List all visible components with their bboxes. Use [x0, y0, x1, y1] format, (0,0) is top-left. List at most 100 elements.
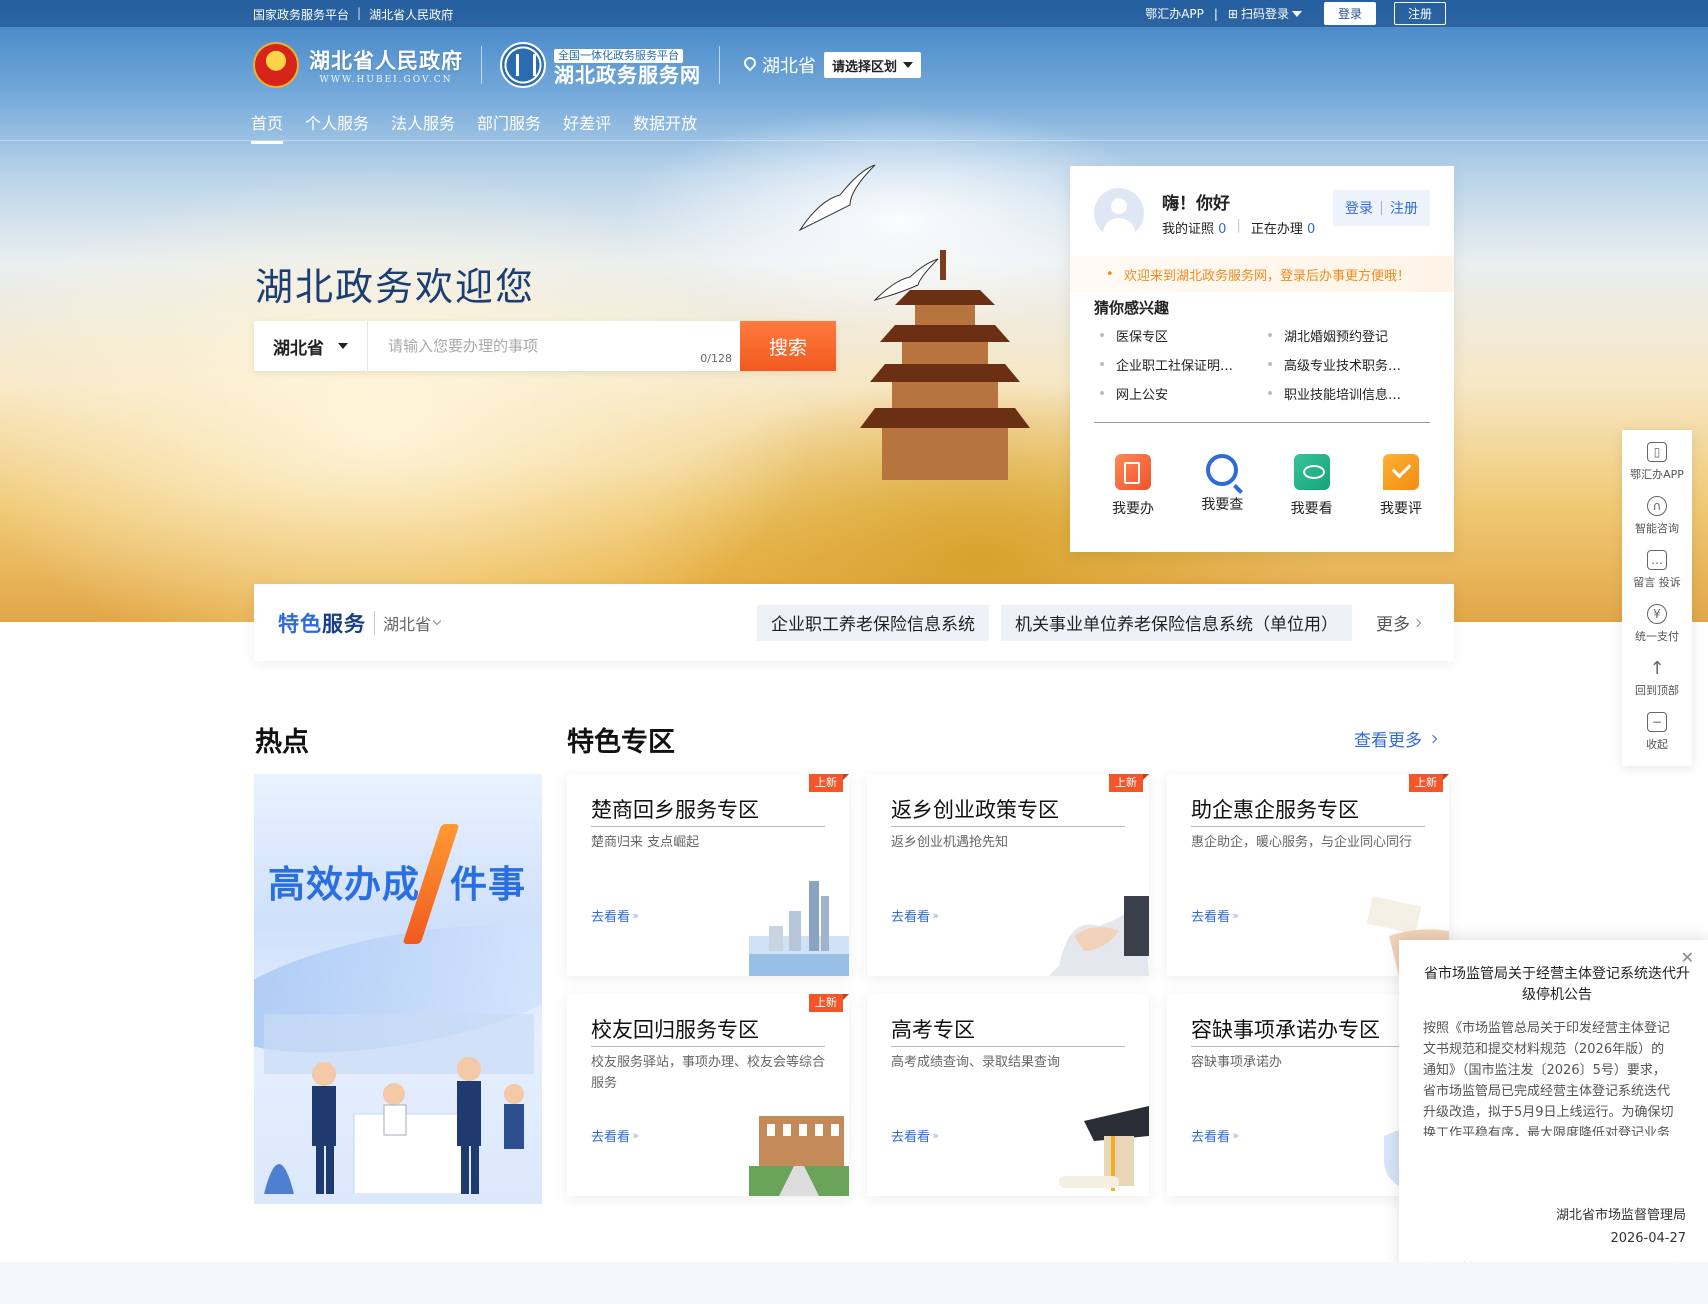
- announcement-popup: ✕ 省市场监管局关于经营主体登记系统迭代升级停机公告 按照《市场监管总局关于印发…: [1399, 940, 1708, 1298]
- zone-card-gaokao[interactable]: 高考专区 高考成绩查询、录取结果查询 去看看 ›››: [867, 994, 1149, 1196]
- guess-item[interactable]: 医保专区: [1094, 326, 1262, 345]
- city-skyline-illustration: [749, 881, 849, 976]
- zone-card-return-entrepreneurship[interactable]: 上新 返乡创业政策专区 返乡创业机遇抢先知 去看看 ›››: [867, 774, 1149, 976]
- quick-actions: 我要办 我要查 我要看 我要评: [1102, 454, 1432, 518]
- guess-item[interactable]: 湖北婚姻预约登记: [1262, 326, 1430, 345]
- featured-chip[interactable]: 企业职工养老保险信息系统: [757, 604, 989, 641]
- guess-item[interactable]: 职业技能培训信息…: [1262, 384, 1430, 403]
- handshake-illustration: [1049, 896, 1149, 976]
- float-unified-payment[interactable]: ¥ 统一支付: [1622, 604, 1692, 658]
- search-input-wrapper: 0/128: [368, 321, 740, 371]
- search-scope-dropdown[interactable]: 湖北省: [254, 321, 368, 371]
- double-chevron-icon: ›››: [932, 1129, 939, 1142]
- view-icon: [1293, 454, 1330, 490]
- featured-chip[interactable]: 机关事业单位养老保险信息系统（单位用）: [1001, 604, 1352, 641]
- double-chevron-icon: ›››: [932, 909, 939, 922]
- featured-title: 特色服务: [278, 611, 366, 636]
- zone-go-link[interactable]: 去看看 ›››: [1191, 906, 1239, 925]
- platform-logo-text[interactable]: 全国一体化政务服务平台 湖北政务服务网: [554, 44, 701, 87]
- chevron-down-icon: [432, 616, 442, 625]
- hot-banner[interactable]: 高效办成 件事: [254, 774, 542, 1204]
- announcement-org: 湖北省市场监督管理局: [1555, 1208, 1686, 1223]
- chevron-down-icon: [1292, 10, 1302, 17]
- announcement-title[interactable]: 省市场监管局关于经营主体登记系统迭代升级停机公告: [1423, 964, 1691, 1006]
- location-pin-icon: [744, 57, 756, 73]
- double-chevron-icon: ›››: [1232, 1129, 1239, 1142]
- top-register-button[interactable]: 注册: [1394, 2, 1446, 25]
- zone-go-link[interactable]: 去看看 ›››: [1191, 1126, 1239, 1145]
- float-back-to-top[interactable]: ↑ 回到顶部: [1622, 658, 1692, 712]
- zone-card-alumni[interactable]: 上新 校友回归服务专区 校友服务驿站，事项办理、校友会等综合服务 去看看 ›››: [567, 994, 849, 1196]
- campus-building-illustration: [749, 1116, 849, 1196]
- new-badge: 上新: [1409, 774, 1449, 792]
- nav-underline-divider: [0, 140, 1708, 141]
- search-button[interactable]: 搜索: [740, 321, 836, 371]
- link-national-platform[interactable]: 国家政务服务平台: [253, 6, 349, 23]
- main-nav: 首页 个人服务 法人服务 部门服务 好差评 数据开放: [251, 110, 697, 144]
- nav-open-data[interactable]: 数据开放: [633, 110, 697, 140]
- double-chevron-icon: ›››: [632, 1129, 639, 1142]
- float-collapse[interactable]: − 收起: [1622, 712, 1692, 766]
- zone-go-link[interactable]: 去看看 ›››: [591, 906, 639, 925]
- region-select-dropdown[interactable]: 请选择区划: [824, 52, 922, 78]
- double-chevron-icon: ›››: [1232, 909, 1239, 922]
- zone-go-link[interactable]: 去看看 ›››: [891, 1126, 939, 1145]
- nav-evaluation[interactable]: 好差评: [563, 110, 611, 140]
- to-top-icon: ↑: [1649, 657, 1665, 679]
- announcement-body: 按照《市场监管总局关于印发经营主体登记文书规范和提交材料规范（2026年版）的通…: [1423, 1021, 1674, 1136]
- hot-section-title: 热点: [255, 727, 309, 758]
- featured-more-link[interactable]: 更多: [1376, 610, 1422, 635]
- zone-go-link[interactable]: 去看看 ›››: [591, 1126, 639, 1145]
- apply-icon: [1115, 454, 1151, 490]
- guess-item[interactable]: 网上公安: [1094, 384, 1262, 403]
- hot-banner-slogan: 高效办成 件事: [268, 863, 526, 906]
- crane-bird-illustration-2: [873, 258, 939, 301]
- search-input[interactable]: [368, 321, 740, 371]
- guess-item[interactable]: 企业职工社保证明…: [1094, 355, 1262, 374]
- new-badge: 上新: [1109, 774, 1149, 792]
- top-login-button[interactable]: 登录: [1324, 2, 1376, 25]
- zone-go-link[interactable]: 去看看 ›››: [891, 906, 939, 925]
- action-apply[interactable]: 我要办: [1102, 454, 1164, 518]
- announcement-date: 2026-04-27: [1610, 1231, 1686, 1246]
- welcome-notice: 欢迎来到湖北政务服务网，登录后办事更方便哦！: [1070, 256, 1454, 292]
- zone-more-link[interactable]: 查看更多: [1354, 726, 1438, 751]
- processing-items[interactable]: 正在办理 0: [1251, 218, 1315, 237]
- link-hubei-gov[interactable]: 湖北省人民政府: [369, 6, 453, 23]
- site-header: 湖北省人民政府 WWW.HUBEI.GOV.CN 全国一体化政务服务平台 湖北政…: [253, 40, 922, 90]
- search-bar: 湖北省 0/128 搜索: [254, 321, 836, 371]
- gov-service-logo-icon[interactable]: [500, 42, 546, 88]
- card-login-link[interactable]: 登录: [1345, 198, 1373, 218]
- new-badge: 上新: [809, 774, 849, 792]
- action-query[interactable]: 我要查: [1191, 454, 1253, 518]
- chevron-down-icon: [903, 62, 914, 68]
- greeting: 嗨！你好: [1162, 194, 1230, 214]
- card-register-link[interactable]: 注册: [1390, 198, 1418, 218]
- header-divider: [481, 46, 482, 84]
- user-card: 嗨！你好 我的证照 0 | 正在办理 0 登录 注册 欢迎来到湖北政务服务网，登…: [1070, 166, 1454, 552]
- float-app[interactable]: ▯ 鄂汇办APP: [1622, 442, 1692, 496]
- app-link[interactable]: 鄂汇办APP: [1145, 5, 1204, 22]
- guess-item[interactable]: 高级专业技术职务…: [1262, 355, 1430, 374]
- crane-bird-illustration: [798, 164, 876, 232]
- welcome-heading: 湖北政务欢迎您: [255, 265, 536, 309]
- zone-card-chushang[interactable]: 上新 楚商回乡服务专区 楚商归来 支点崛起 去看看 ›››: [567, 774, 849, 976]
- nav-personal[interactable]: 个人服务: [305, 110, 369, 140]
- action-view[interactable]: 我要看: [1281, 454, 1343, 518]
- guess-title: 猜你感兴趣: [1094, 299, 1170, 317]
- scan-login[interactable]: ⊞ 扫码登录: [1228, 5, 1302, 22]
- national-emblem-icon[interactable]: [253, 42, 299, 88]
- nav-department[interactable]: 部门服务: [477, 110, 541, 140]
- float-message-complaint[interactable]: … 留言 投诉: [1622, 550, 1692, 604]
- floating-toolbar: ▯ 鄂汇办APP ∩ 智能咨询 … 留言 投诉 ¥ 统一支付 ↑ 回到顶部 − …: [1622, 430, 1692, 766]
- gov-logo-text[interactable]: 湖北省人民政府 WWW.HUBEI.GOV.CN: [309, 45, 463, 85]
- rate-icon: [1382, 454, 1419, 490]
- float-smart-consult[interactable]: ∩ 智能咨询: [1622, 496, 1692, 550]
- featured-scope-dropdown[interactable]: 湖北省: [374, 610, 442, 635]
- nav-home[interactable]: 首页: [251, 110, 284, 144]
- search-icon: [1206, 454, 1239, 486]
- search-char-counter: 0/128: [700, 352, 732, 365]
- action-rate[interactable]: 我要评: [1370, 454, 1432, 518]
- nav-legal-entity[interactable]: 法人服务: [391, 110, 455, 140]
- my-certificates[interactable]: 我的证照 0: [1162, 218, 1226, 237]
